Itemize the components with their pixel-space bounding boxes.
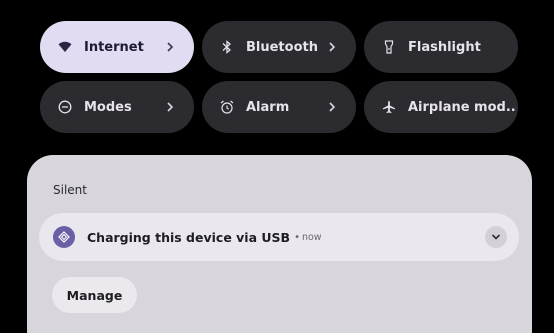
tile-label: Bluetooth xyxy=(246,39,318,55)
tile-flashlight[interactable]: Flashlight xyxy=(364,21,518,73)
notification-time: now xyxy=(301,231,322,243)
chevron-right-icon xyxy=(162,39,178,55)
notification-separator: • xyxy=(294,231,300,243)
tile-label: Airplane mod.. xyxy=(408,99,516,115)
notification-title: Charging this device via USB xyxy=(87,229,291,245)
section-title-silent: Silent xyxy=(53,183,87,197)
alarm-icon xyxy=(218,98,236,116)
tile-modes[interactable]: Modes xyxy=(40,81,194,133)
tile-alarm[interactable]: Alarm xyxy=(202,81,356,133)
wifi-icon xyxy=(56,38,74,56)
chevron-right-icon xyxy=(324,39,340,55)
notification-shade: Silent Charging this device via USB • no… xyxy=(27,155,532,333)
quick-settings-panel: Internet Bluetooth Flashlight Modes Alar… xyxy=(0,0,554,333)
bluetooth-icon xyxy=(218,38,236,56)
expand-chevron-down-icon[interactable] xyxy=(485,226,507,248)
airplane-icon xyxy=(380,98,398,116)
tile-label: Alarm xyxy=(246,99,290,115)
tile-label: Modes xyxy=(84,99,132,115)
chevron-right-icon xyxy=(162,99,178,115)
tile-airplane-mode[interactable]: Airplane mod.. xyxy=(364,81,518,133)
tile-bluetooth[interactable]: Bluetooth xyxy=(202,21,356,73)
notification-usb-charging[interactable]: Charging this device via USB • now xyxy=(39,213,519,261)
tile-label: Internet xyxy=(84,39,144,55)
tile-internet[interactable]: Internet xyxy=(40,21,194,73)
manage-button[interactable]: Manage xyxy=(52,277,137,313)
flashlight-icon xyxy=(380,38,398,56)
chevron-right-icon xyxy=(324,99,340,115)
modes-icon xyxy=(56,98,74,116)
tile-label: Flashlight xyxy=(408,39,481,55)
usb-icon xyxy=(53,226,75,248)
